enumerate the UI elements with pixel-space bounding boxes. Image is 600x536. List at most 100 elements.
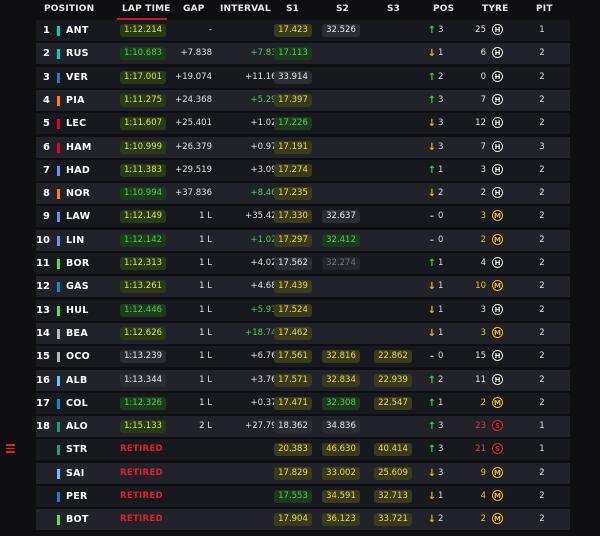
table-row[interactable]: 9 LAW 1:12.149 1 L +35.424 17.330 32.637-0 3 M 2 xyxy=(36,206,570,228)
header-tyre[interactable]: TYRE xyxy=(482,4,509,14)
driver-code[interactable]: HAM xyxy=(66,137,92,158)
header-lap-time[interactable]: LAP TIME xyxy=(122,4,171,14)
table-row[interactable]: 14 BEA 1:12.626 1 L +18.745 17.462 ↓ 1 3 M 2 xyxy=(36,322,570,344)
table-row[interactable]: 17 COL 1:12.326 1 L +0.379 17.471 32.308 22.547… xyxy=(36,392,570,414)
table-row[interactable]: 5 LEC 1:11.607 +25.401 +1.026 17.226 ↓ 3 12 H 2 xyxy=(36,113,570,135)
header-pos[interactable]: POS xyxy=(433,4,454,14)
menu-icon[interactable] xyxy=(6,444,15,454)
driver-code[interactable]: OCO xyxy=(66,346,90,367)
tyre-compound-icon: M xyxy=(492,326,503,338)
driver-code[interactable]: ANT xyxy=(66,20,89,41)
sector3-cell: 22.547 xyxy=(372,393,414,414)
header-s2[interactable]: S2 xyxy=(336,4,349,14)
gap-value: +19.074 xyxy=(175,71,212,82)
sector2-time: 32.816 xyxy=(322,350,360,364)
team-color-bar xyxy=(57,282,60,293)
table-row[interactable]: 4 PIA 1:11.275 +24.368 +5.294 17.397 ↑ 3 7 H 2 xyxy=(36,89,570,111)
position-change: 3 xyxy=(438,118,444,129)
driver-code[interactable]: RUS xyxy=(66,43,89,64)
driver-code[interactable]: ALO xyxy=(66,416,88,437)
tyre-laps: 0 xyxy=(480,71,486,82)
header-interval[interactable]: INTERVAL xyxy=(220,4,271,14)
team-color-bar xyxy=(57,398,60,409)
driver-code[interactable]: COL xyxy=(66,393,88,414)
pit-count: 2 xyxy=(539,327,545,338)
header-s3[interactable]: S3 xyxy=(387,4,400,14)
pit-count: 2 xyxy=(539,467,545,478)
table-row[interactable]: 8 NOR 1:10.994 +37.836 +8.463 17.235 ↓ 2 2 H 2 xyxy=(36,183,570,205)
driver-code[interactable]: ALB xyxy=(66,370,88,391)
position-change: 3 xyxy=(438,421,444,432)
header-gap[interactable]: GAP xyxy=(183,4,205,14)
header-position[interactable]: POSITION xyxy=(44,4,94,14)
tyre-compound-icon: S xyxy=(492,443,503,455)
position-change: 1 xyxy=(438,304,444,315)
table-row[interactable]: 1ANT1:12.214--17.42332.526↑325H1 xyxy=(36,20,570,41)
header-s1[interactable]: S1 xyxy=(286,4,299,14)
tyre-laps: 2 xyxy=(480,188,486,199)
sector1-cell: 17.397 xyxy=(272,90,314,111)
sector2-time: 33.002 xyxy=(322,466,360,480)
gap-value: 1 L xyxy=(199,351,212,362)
sector1-cell: 17.462 xyxy=(272,323,314,344)
team-color-bar xyxy=(57,119,60,130)
driver-code[interactable]: STR xyxy=(66,439,88,460)
driver-code[interactable]: NOR xyxy=(66,183,90,204)
table-row[interactable]: 16 ALB 1:13.344 1 L +3.760 17.571 32.834 22.939… xyxy=(36,369,570,391)
driver-code[interactable]: PIA xyxy=(66,90,85,111)
driver-code[interactable]: LEC xyxy=(66,113,86,134)
table-row[interactable]: 13 HUL 1:12.446 1 L +5.932 17.524 ↓ 1 3 H 2 xyxy=(36,299,570,321)
tyre-laps: 3 xyxy=(480,211,486,222)
sector1-time: 17.439 xyxy=(274,280,312,294)
table-row[interactable]: SAI RETIRED 17.829 33.002 25.609 ↓ 3 9 M 2 xyxy=(36,462,570,484)
position-number: 2 xyxy=(43,48,50,60)
gap-value: +29.519 xyxy=(175,164,212,175)
pit-count: 2 xyxy=(539,94,545,105)
table-row[interactable]: 11 BOR 1:12.313 1 L +4.024 17.562 32.274 ↑ 1 4 H 2 xyxy=(36,253,570,274)
sector1-cell: 17.235 xyxy=(272,183,314,204)
position-number: 7 xyxy=(43,164,50,176)
sector1-cell: 17.423 xyxy=(272,20,314,41)
table-row[interactable]: 12 GAS 1:13.261 1 L +4.689 17.439 ↓ 1 10 M 2 xyxy=(36,276,570,298)
tyre-laps: 21 xyxy=(475,444,486,455)
driver-code[interactable]: HUL xyxy=(66,300,89,321)
table-row[interactable]: PER RETIRED 17.553 34.591 32.713 ↓ 1 4 M 2 xyxy=(36,486,570,507)
driver-code[interactable]: GAS xyxy=(66,276,89,297)
pit-count: 2 xyxy=(539,118,545,129)
table-row[interactable]: 6 HAM 1:10.999 +26.379 +0.978 17.191 ↓ 3 7 H 3 xyxy=(36,136,570,158)
table-row[interactable]: 7 HAD 1:11.383 +29.519 +3.098 17.274 ↑ 1 3 H 2 xyxy=(36,159,570,181)
table-row[interactable]: STR RETIRED 20.383 46.630 40.414 ↑ 3 21 S 1 xyxy=(6,439,570,461)
table-row[interactable]: 3 VER 1:17.001 +19.074 +11.169 33.914 ↑ 2 0 H 2 xyxy=(36,66,570,88)
table-row[interactable]: 2 RUS 1:10.683 +7.838 +7.838 17.113 ↓ 1 6 H 2 xyxy=(36,43,570,65)
driver-code[interactable]: HAD xyxy=(66,160,90,181)
driver-code[interactable]: BOR xyxy=(66,253,90,274)
driver-code[interactable]: BOT xyxy=(66,509,89,530)
driver-code[interactable]: VER xyxy=(66,67,88,88)
position-number: 6 xyxy=(43,141,50,153)
position-change: 3 xyxy=(438,444,444,455)
scrollbar[interactable] xyxy=(592,0,600,536)
team-color-bar xyxy=(57,492,60,502)
team-color-bar xyxy=(57,422,60,433)
tyre-compound-icon: H xyxy=(492,350,503,362)
sector1-time: 17.274 xyxy=(274,163,312,177)
driver-code[interactable]: LIN xyxy=(66,230,84,251)
table-row[interactable]: 15 OCO 1:13.239 1 L +6.767 17.561 32.816 22.862… xyxy=(36,346,570,368)
driver-code[interactable]: PER xyxy=(66,486,88,507)
tyre-laps: 15 xyxy=(475,351,486,362)
table-row[interactable]: 18 ALO 1:15.133 2 L +27.797 18.362 34.836 ↑ 3 23 S… xyxy=(36,416,570,438)
sector1-time: 17.561 xyxy=(274,350,312,364)
sector1-cell: 18.362 xyxy=(272,416,314,437)
tyre-compound-icon: H xyxy=(492,24,503,35)
header-pit[interactable]: PIT xyxy=(536,4,553,14)
driver-code[interactable]: BEA xyxy=(66,323,88,344)
tyre-compound-icon: S xyxy=(492,420,503,432)
team-color-bar xyxy=(57,49,60,60)
team-color-bar xyxy=(57,515,60,526)
driver-code[interactable]: LAW xyxy=(66,206,90,227)
table-row[interactable]: BOT RETIRED 17.904 36.123 33.721 ↓ 2 2 M 2 xyxy=(36,509,570,531)
driver-code[interactable]: SAI xyxy=(66,463,85,484)
table-row[interactable]: 10 LIN 1:12.142 1 L +1.022 17.297 32.412-0 2 M 2 xyxy=(36,229,570,251)
sector1-time: 17.562 xyxy=(274,257,312,270)
sector1-time: 17.553 xyxy=(274,490,312,503)
